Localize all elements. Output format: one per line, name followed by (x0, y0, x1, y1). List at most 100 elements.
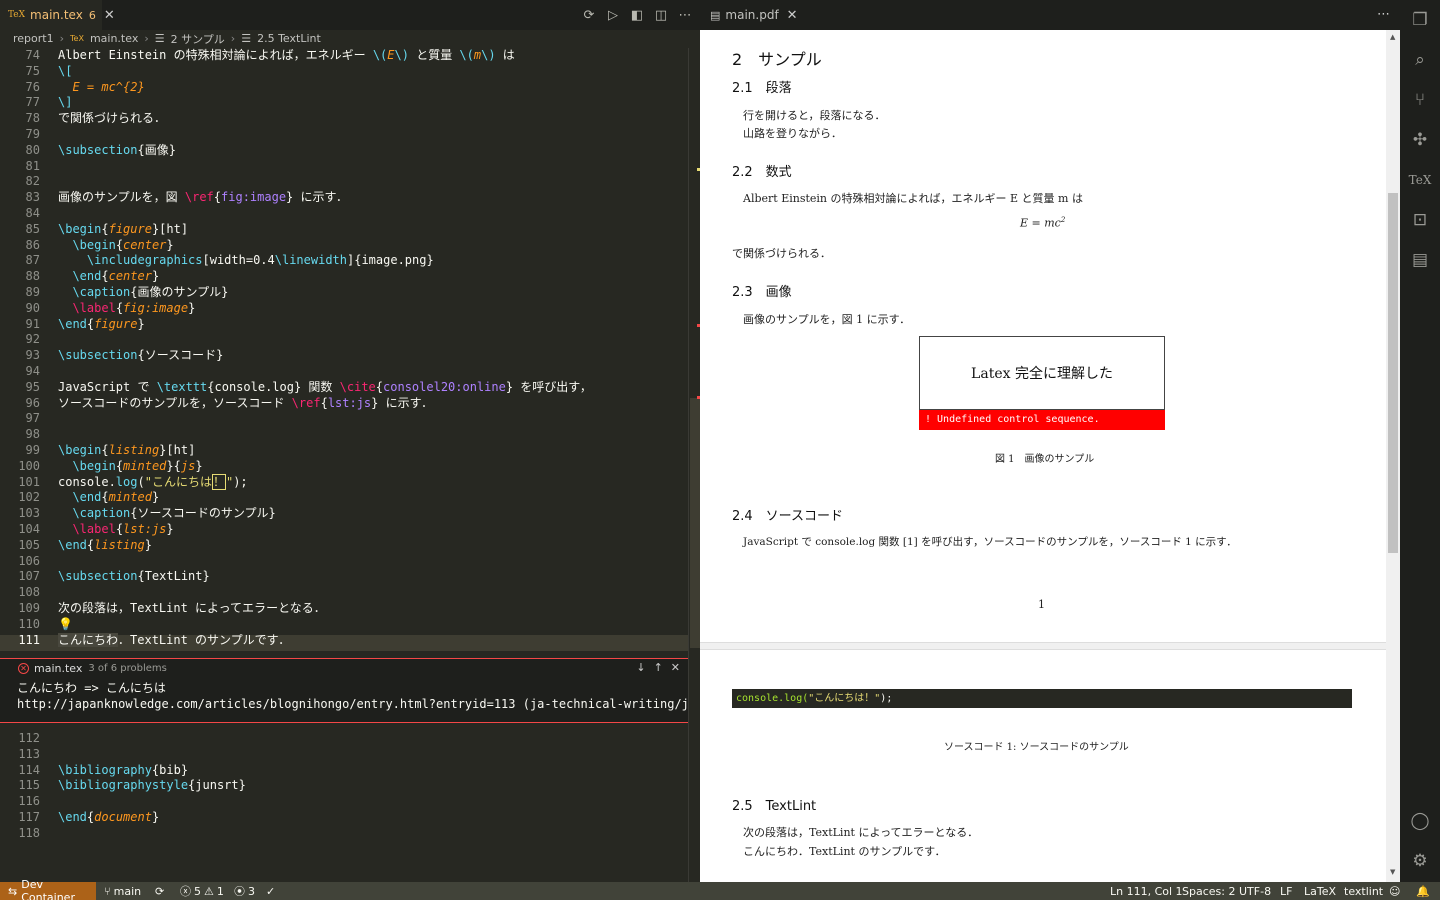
warning-icon: ⚠ (204, 884, 214, 898)
close-icon[interactable]: ✕ (787, 8, 798, 23)
code-line-87: \includegraphics[width=0.4\linewidth]{im… (86, 253, 434, 268)
line-number: 74 (25, 48, 40, 62)
breadcrumb-subsection[interactable]: 2.5 TextLint (257, 32, 321, 45)
line-number: 99 (25, 443, 40, 457)
close-icon[interactable]: ✕ (104, 8, 115, 23)
tab-label: main.pdf (725, 8, 779, 22)
encoding[interactable]: UTF-8 (1239, 882, 1271, 900)
sync-icon[interactable]: ⟳ (582, 8, 596, 23)
editor-actions: ⟳ ▷ ◧ ◫ ⋯ (582, 0, 692, 30)
code-line-103: \caption{ソースコードのサンプル} (72, 506, 276, 521)
line-number: 109 (18, 601, 40, 615)
gear-icon[interactable]: ⚙ (1408, 849, 1432, 873)
line-ending[interactable]: LF (1280, 882, 1292, 900)
code-line-95: JavaScript で \texttt{console.log} 関数 \ci… (58, 379, 592, 394)
breadcrumb-folder[interactable]: report1 (13, 32, 54, 45)
code-line-107: \subsection{TextLint} (58, 569, 210, 584)
figure-text: Latex 完全に理解した (971, 366, 1113, 382)
line-number: 102 (18, 490, 40, 505)
problems-indicator[interactable]: ⓧ 5 ⚠ 1 (180, 882, 224, 900)
line-number: 86 (25, 237, 40, 252)
line-number: 75 (25, 63, 40, 78)
feedback-icon[interactable]: ☺ (1389, 882, 1400, 900)
tex-icon[interactable]: TeX (1408, 168, 1432, 192)
pdf-pane: ▤ main.pdf ✕ ⋯ 2 サンプル 2.1 段落 行を開けると，段落にな… (700, 0, 1400, 882)
source-control-icon[interactable]: ⑂ (1408, 88, 1432, 112)
remote-icon: ⇆ (8, 884, 18, 898)
pdf-viewer[interactable]: 2 サンプル 2.1 段落 行を開けると，段落になる． 山路を登りながら． 2.… (700, 30, 1386, 882)
line-number: 78 (25, 111, 40, 126)
cursor-position[interactable]: Ln 111, Col 1 (1110, 882, 1183, 900)
code-line-90: \label{fig:image} (72, 300, 196, 315)
code-line-111: こんにちわ．TextLint のサンプルです． (58, 632, 291, 647)
pdf-section-2: 2 サンプル (732, 50, 822, 69)
remote-indicator[interactable]: ⇆ Dev Container (0, 878, 96, 900)
branch-indicator[interactable]: ⑂ main (104, 882, 141, 900)
line-number: 93 (25, 348, 40, 363)
line-number: 90 (25, 300, 40, 315)
editor-pane: TeX main.tex 6 ✕ ⟳ ▷ ◧ ◫ ⋯ report1 › TeX m… (0, 0, 700, 882)
ports-indicator[interactable]: ⦿ 3 (234, 882, 255, 900)
line-number: 94 (25, 364, 40, 378)
breadcrumb: report1 › TeX main.tex › ☰ 2 サンプル › ☰ 2.5 Text… (13, 31, 321, 47)
notebook-icon[interactable]: ▤ (1408, 248, 1432, 272)
more-icon[interactable]: ⋯ (1377, 7, 1390, 22)
pdf-para: Albert Einstein の特殊相対論によれば，エネルギー E と質量 m… (743, 192, 1083, 205)
more-icon[interactable]: ⋯ (678, 8, 692, 23)
editor-scrollbar[interactable] (688, 48, 700, 882)
next-problem-icon[interactable]: ↓ (636, 661, 645, 674)
check-icon[interactable]: ✓ (266, 882, 275, 900)
code-line-99: \begin{listing}[ht] (58, 443, 196, 457)
pdf-para: JavaScript で console.log 関数 [1] を呼び出す，ソー… (743, 536, 1237, 548)
line-number: 105 (18, 537, 40, 552)
tab-main-pdf[interactable]: ▤ main.pdf ✕ (700, 0, 810, 30)
search-icon[interactable]: ⌕ (1408, 48, 1432, 72)
line-number: 98 (25, 427, 40, 442)
line-number: 116 (18, 794, 40, 809)
tab-main-tex[interactable]: TeX main.tex 6 ✕ (0, 0, 115, 30)
line-number: 115 (18, 778, 40, 793)
sync-icon[interactable]: ⟳ (155, 882, 164, 900)
account-icon[interactable]: ◯ (1408, 809, 1432, 833)
pdf-para: 山路を登りながら． (743, 127, 842, 140)
preview-icon[interactable]: ◧ (630, 8, 644, 23)
line-number: 107 (18, 569, 40, 584)
line-number: 88 (25, 269, 40, 284)
previous-problem-icon[interactable]: ↑ (654, 661, 663, 674)
line-number: 103 (18, 506, 40, 521)
error-icon: ✕ (18, 662, 29, 674)
split-editor-icon[interactable]: ◫ (654, 8, 668, 23)
pdf-subsection-2-2: 2.2 数式 (732, 165, 792, 180)
activity-bar: ❐ ⌕ ⑂ ✣ TeX ⊡ ▤ ◯ ⚙ (1400, 0, 1440, 882)
peek-link[interactable]: http://japanknowledge.com/articles/blogn… (0, 697, 688, 713)
breadcrumb-section[interactable]: 2 サンプル (171, 31, 225, 47)
line-number: 79 (25, 127, 40, 141)
code-line-117: \end{document} (58, 810, 160, 824)
breadcrumb-file[interactable]: main.tex (90, 32, 138, 45)
remote-explorer-icon[interactable]: ⊡ (1408, 208, 1432, 232)
close-peek-icon[interactable]: ✕ (671, 661, 680, 674)
peek-message: こんにちわ => こんにちは (17, 681, 166, 695)
peek-header: ✕ main.tex 3 of 6 problems ↓ ↑ ✕ (0, 659, 688, 677)
pdf-figure: Latex 完全に理解した (919, 336, 1165, 410)
pdf-subsection-2-5: 2.5 TextLint (732, 799, 817, 814)
code-line-76: E = mc^{2} (72, 79, 145, 94)
code-line-74: Albert Einstein の特殊相対論によれば，エネルギー \(E\) と… (58, 48, 515, 62)
code-line-101: console.log("こんにちは！"); (58, 473, 248, 490)
line-number: 106 (18, 553, 40, 568)
lightbulb-icon[interactable]: 💡 (58, 617, 73, 633)
run-icon[interactable]: ▷ (606, 8, 620, 23)
extensions-icon[interactable]: ✣ (1408, 128, 1432, 152)
linter-status[interactable]: textlint (1344, 882, 1383, 900)
editor-tab-bar: TeX main.tex 6 ✕ ⟳ ▷ ◧ ◫ ⋯ (0, 0, 700, 30)
language-mode[interactable]: LaTeX (1304, 882, 1336, 900)
pdf-figure-caption: 図 1 画像のサンプル (995, 454, 1095, 465)
error-icon: ⓧ (180, 885, 191, 898)
code-line-91: \end{figure} (58, 316, 145, 331)
line-number: 83 (25, 190, 40, 205)
indentation[interactable]: Spaces: 2 (1182, 882, 1235, 900)
notifications-icon[interactable]: 🔔 (1416, 882, 1430, 900)
pdf-scroll-thumb[interactable] (1388, 193, 1398, 553)
line-number: 80 (25, 142, 40, 157)
explorer-icon[interactable]: ❐ (1408, 8, 1432, 32)
